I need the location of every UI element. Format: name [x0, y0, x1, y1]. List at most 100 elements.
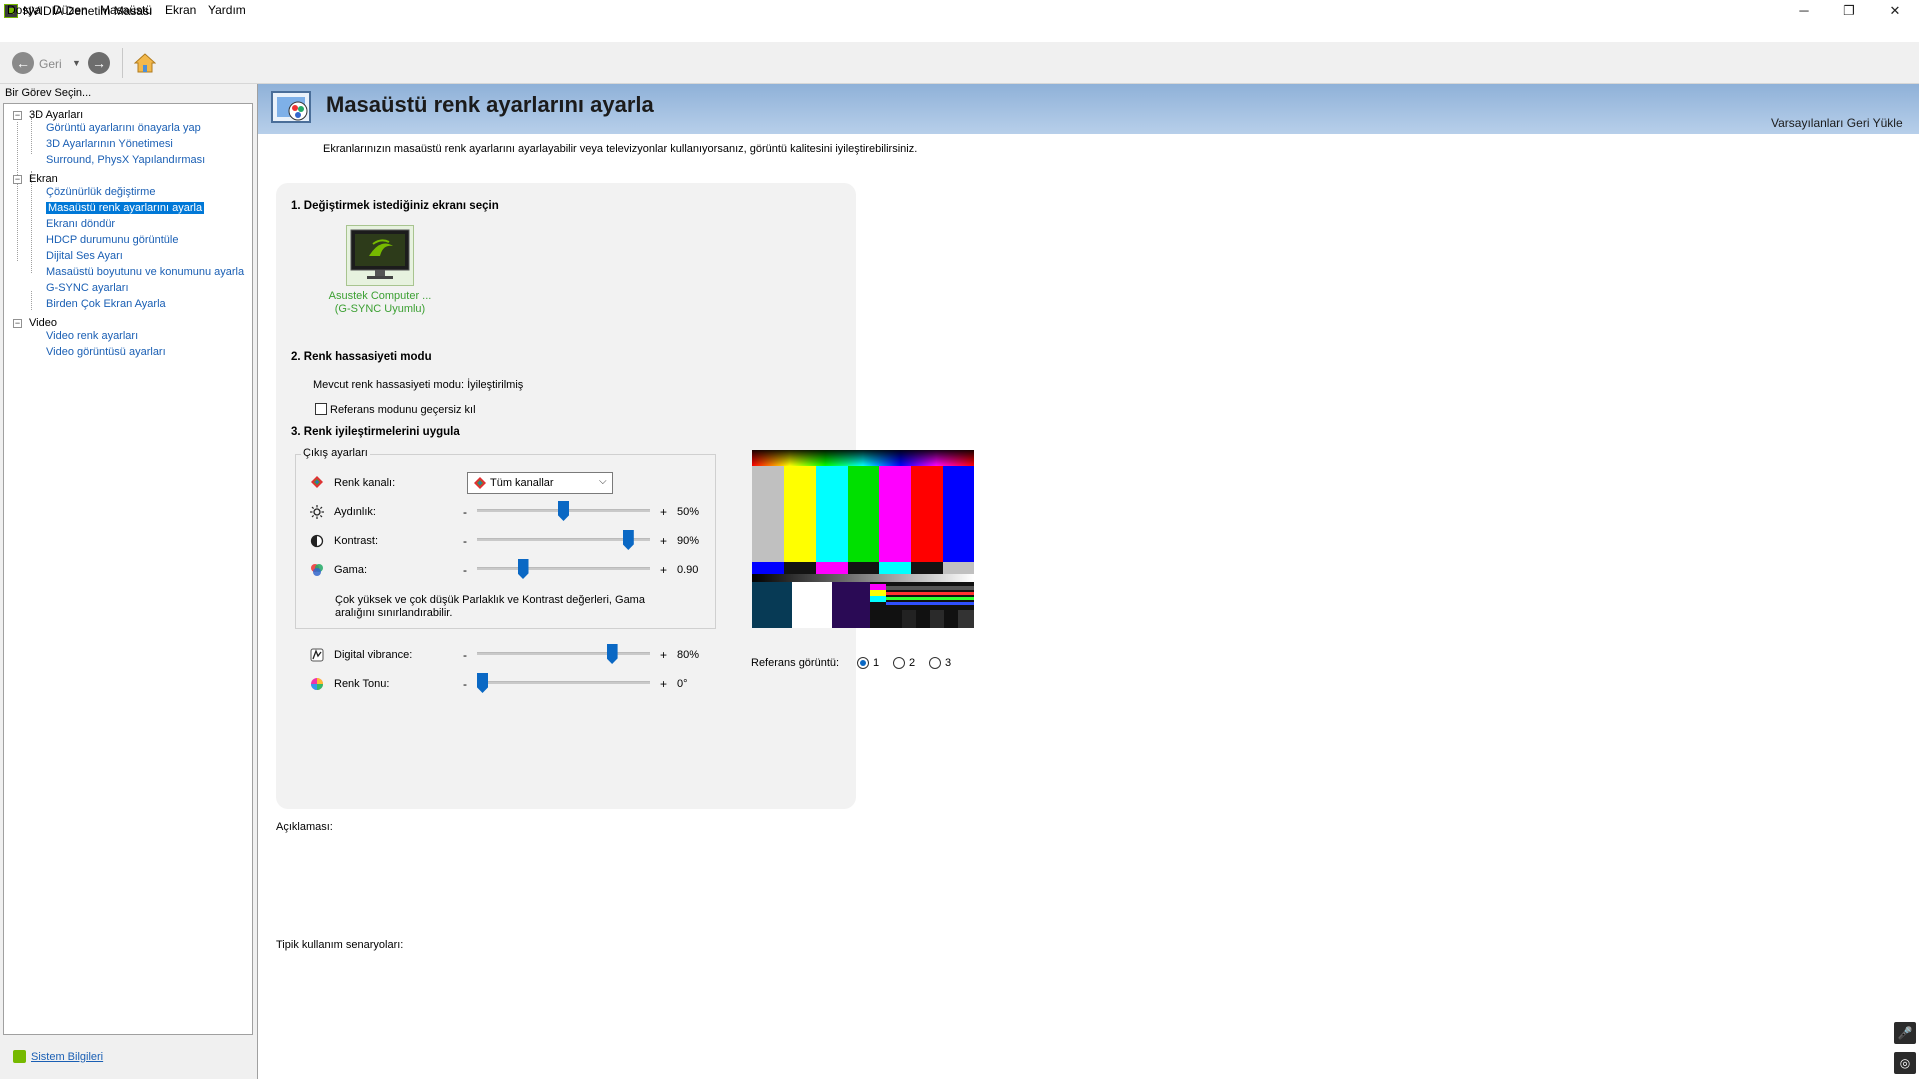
compass-icon[interactable]: ◎	[1894, 1052, 1916, 1074]
current-precision-mode: Mevcut renk hassasiyeti modu: İyileştiri…	[313, 379, 524, 391]
monitor-model: Asustek Computer ...	[328, 290, 432, 302]
increase-button[interactable]: +	[660, 648, 667, 662]
sidebar-item-video-image[interactable]: Video görüntüsü ayarları	[46, 346, 166, 358]
increase-button[interactable]: +	[660, 563, 667, 577]
decrease-button[interactable]: -	[463, 677, 467, 691]
task-tree: − 3D Ayarları Görüntü ayarlarını önayarl…	[3, 103, 253, 1035]
slider-label: Digital vibrance:	[334, 649, 413, 661]
home-icon[interactable]	[134, 52, 156, 74]
sidebar-item-video-color[interactable]: Video renk ayarları	[46, 330, 138, 342]
sidebar-item-surround-physx[interactable]: Surround, PhysX Yapılandırması	[46, 154, 205, 166]
increase-button[interactable]: +	[660, 677, 667, 691]
reference-image-label: Referans görüntü:	[751, 657, 840, 669]
contrast-value: 90%	[677, 535, 700, 547]
back-arrow-icon[interactable]: ←	[12, 52, 34, 74]
menu-ekran[interactable]: Ekran	[165, 3, 196, 17]
menu-masaustu[interactable]: Masaüstü	[100, 3, 152, 17]
sidebar-item-digital-audio[interactable]: Dijital Ses Ayarı	[46, 250, 123, 262]
monitor-name[interactable]: Asustek Computer ... (G-SYNC Uyumlu)	[320, 290, 440, 316]
vibrance-value: 80%	[677, 649, 700, 661]
slider-label: Kontrast:	[334, 535, 379, 547]
menu-dosya[interactable]: Dosya	[7, 3, 41, 17]
decrease-button[interactable]: -	[463, 505, 467, 519]
menu-duzen[interactable]: Düzen	[53, 3, 88, 17]
section-1-title: 1. Değiştirmek istediğiniz ekranı seçin	[291, 200, 499, 212]
gamma-value: 0.90	[677, 564, 699, 576]
all-channels-icon	[474, 477, 486, 489]
page-title: Masaüstü renk ayarlarını ayarla	[326, 92, 654, 117]
color-test-pattern	[752, 450, 974, 628]
brightness-value: 50%	[677, 506, 700, 518]
slider-label: Aydınlık:	[334, 506, 376, 518]
monitor-gsync-tag: (G-SYNC Uyumlu)	[334, 303, 426, 315]
menu-yardim[interactable]: Yardım	[208, 3, 246, 17]
digital-vibrance-icon	[310, 648, 324, 662]
tree-group-video[interactable]: Video	[29, 317, 57, 329]
sidebar-item-multi-display[interactable]: Birden Çok Ekran Ayarla	[46, 298, 166, 310]
reference-radio-3[interactable]	[929, 657, 941, 669]
sidebar-item-hdcp[interactable]: HDCP durumunu görüntüle	[46, 234, 178, 246]
reference-option-1[interactable]: 1	[873, 657, 879, 669]
toolbar	[0, 42, 1919, 84]
hue-slider-track[interactable]	[477, 681, 650, 684]
history-dropdown-icon[interactable]: ▼	[72, 58, 81, 68]
task-selector-label: Bir Görev Seçin...	[5, 87, 92, 99]
chevron-down-icon: ⌵	[599, 476, 607, 487]
description-label: Açıklaması:	[276, 821, 333, 833]
forward-arrow-icon[interactable]: →	[88, 52, 110, 74]
range-warning: Çok yüksek ve çok düşük Parlaklık ve Kon…	[335, 594, 645, 619]
sidebar-item-desktop-color[interactable]: Masaüstü renk ayarlarını ayarla	[46, 202, 205, 214]
brightness-icon	[310, 505, 324, 519]
sidebar-item-desktop-size[interactable]: Masaüstü boyutunu ve konumunu ayarla	[46, 266, 244, 278]
reference-radio-1[interactable]	[857, 657, 869, 669]
restore-button[interactable]: ❐	[1826, 0, 1872, 22]
reference-option-2[interactable]: 2	[909, 657, 915, 669]
decrease-button[interactable]: -	[463, 534, 467, 548]
decrease-button[interactable]: -	[463, 563, 467, 577]
gamma-slider-track[interactable]	[477, 567, 650, 570]
tree-group-display[interactable]: Ekran	[29, 173, 58, 185]
minimize-button[interactable]: ─	[1781, 0, 1827, 22]
hue-icon	[311, 678, 323, 690]
monitor-tile[interactable]	[346, 225, 414, 286]
reference-radio-2[interactable]	[893, 657, 905, 669]
color-channel-label: Renk kanalı:	[334, 477, 396, 489]
section-2-title: 2. Renk hassasiyeti modu	[291, 351, 432, 363]
override-reference-checkbox[interactable]	[315, 403, 327, 415]
increase-button[interactable]: +	[660, 505, 667, 519]
decrease-button[interactable]: -	[463, 648, 467, 662]
microphone-icon[interactable]: 🎤	[1894, 1022, 1916, 1044]
usage-scenarios-label: Tipik kullanım senaryoları:	[276, 939, 404, 951]
system-info-icon	[13, 1050, 26, 1063]
reference-option-3[interactable]: 3	[945, 657, 951, 669]
system-info-link[interactable]: Sistem Bilgileri	[31, 1051, 103, 1063]
tree-group-3d[interactable]: 3D Ayarları	[29, 109, 83, 121]
restore-defaults-link[interactable]: Varsayılanları Geri Yükle	[1771, 116, 1903, 130]
sidebar-item-manage-3d[interactable]: 3D Ayarlarının Yönetimesi	[46, 138, 173, 150]
title-bar	[0, 0, 1919, 22]
vibrance-slider-track[interactable]	[477, 652, 650, 655]
sidebar-item-image-presets[interactable]: Görüntü ayarlarını önayarla yap	[46, 122, 201, 134]
sidebar-item-gsync[interactable]: G-SYNC ayarları	[46, 282, 129, 294]
menu-bar	[0, 22, 1919, 42]
hue-value: 0°	[677, 678, 688, 690]
monitor-icon	[350, 229, 410, 279]
override-reference-label[interactable]: Referans modunu geçersiz kıl	[330, 404, 476, 416]
display-color-icon	[271, 91, 311, 123]
output-settings-legend: Çıkış ayarları	[301, 447, 370, 459]
collapse-toggle-icon[interactable]: −	[13, 319, 22, 328]
collapse-toggle-icon[interactable]: −	[13, 111, 22, 120]
close-button[interactable]: ✕	[1872, 0, 1918, 22]
intro-text: Ekranlarınızın masaüstü renk ayarlarını …	[323, 143, 918, 155]
back-button-label[interactable]: Geri	[39, 57, 62, 71]
slider-label: Gama:	[334, 564, 368, 576]
sidebar-item-rotate[interactable]: Ekranı döndür	[46, 218, 115, 230]
increase-button[interactable]: +	[660, 534, 667, 548]
toolbar-divider	[122, 48, 123, 78]
color-channel-value: Tüm kanallar	[490, 477, 554, 489]
collapse-toggle-icon[interactable]: −	[13, 175, 22, 184]
slider-label: Renk Tonu:	[334, 678, 390, 690]
contrast-icon	[310, 534, 324, 548]
gamma-icon	[311, 564, 323, 576]
sidebar-item-resolution[interactable]: Çözünürlük değiştirme	[46, 186, 155, 198]
